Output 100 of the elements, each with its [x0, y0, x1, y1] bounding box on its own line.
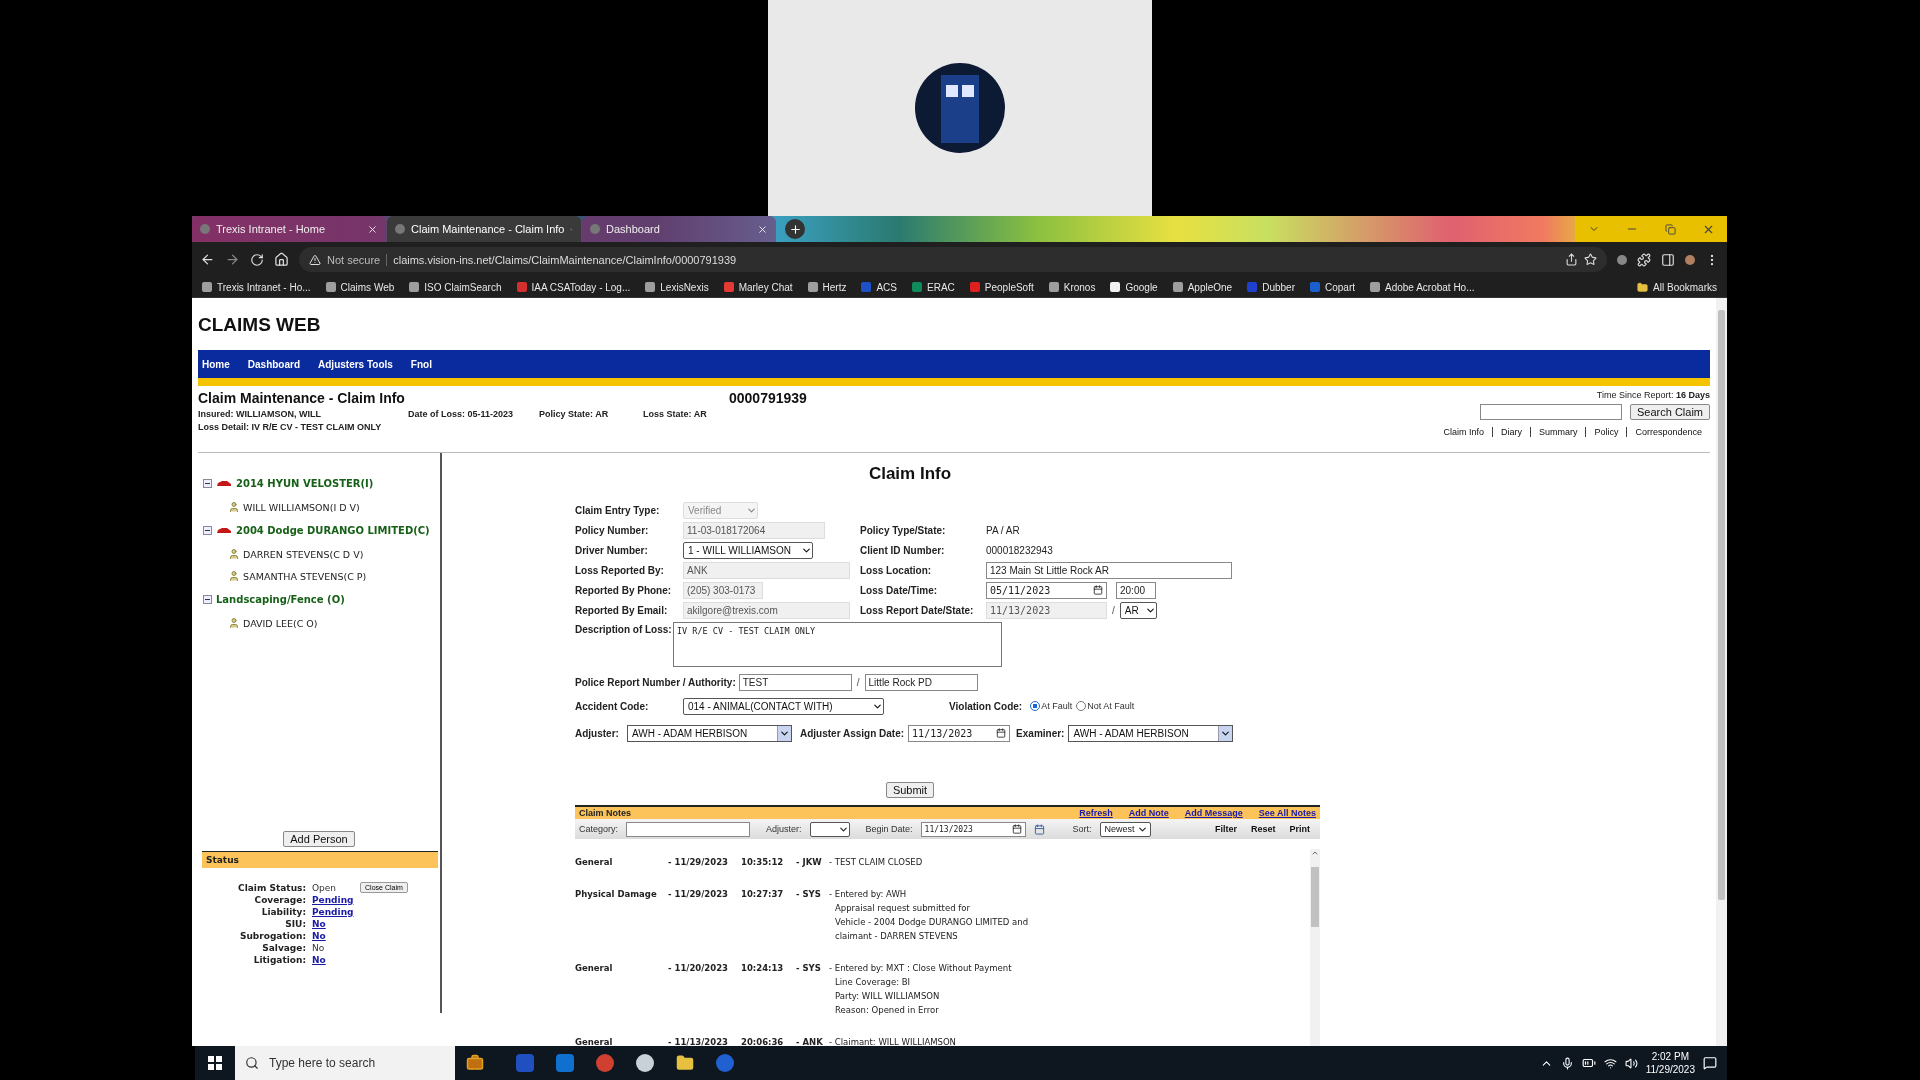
- person-tree-item[interactable]: WILL WILLIAMSON(I D V): [243, 501, 360, 513]
- browser-tab[interactable]: Claim Maintenance - Claim Info: [387, 216, 581, 242]
- bookmark[interactable]: Trexis Intranet - Ho...: [202, 281, 311, 293]
- assign-date-field[interactable]: 11/13/2023: [908, 724, 1011, 742]
- bookmark[interactable]: Copart: [1310, 281, 1355, 293]
- bookmark[interactable]: Claims Web: [325, 281, 395, 293]
- bookmark[interactable]: ERAC: [912, 281, 955, 293]
- bookmark[interactable]: AppleOne: [1172, 281, 1233, 293]
- phone-field[interactable]: (205) 303-0173: [683, 581, 763, 599]
- person-tree-item[interactable]: SAMANTHA STEVENS(C P): [243, 570, 367, 582]
- close-icon[interactable]: [367, 223, 378, 235]
- party-tree-item[interactable]: Landscaping/Fence (O): [216, 594, 345, 605]
- filter-action[interactable]: Print: [1289, 824, 1310, 834]
- scroll-up-icon[interactable]: [1311, 849, 1319, 857]
- avatar-icon[interactable]: [1685, 254, 1695, 265]
- loss-reported-by-field[interactable]: ANK: [683, 561, 850, 579]
- policy-number-field[interactable]: 11-03-018172064: [683, 521, 825, 539]
- filter-action[interactable]: Reset: [1250, 824, 1276, 834]
- loss-time-field[interactable]: 20:00: [1116, 581, 1156, 599]
- all-bookmarks[interactable]: All Bookmarks: [1637, 281, 1717, 293]
- notes-scrollbar[interactable]: [1310, 849, 1320, 1047]
- notes-action-link[interactable]: Refresh: [1079, 808, 1113, 818]
- notifications-icon[interactable]: [1703, 1056, 1717, 1070]
- nav-link[interactable]: Fnol: [410, 358, 432, 370]
- section-link[interactable]: Correspondence: [1626, 427, 1710, 437]
- report-date-field[interactable]: 11/13/2023: [986, 601, 1107, 619]
- browser-tab[interactable]: Trexis Intranet - Home: [192, 216, 386, 242]
- address-bar[interactable]: Not secure claims.vision-ins.net/Claims/ClaimMaintenance/ClaimInfo/0000791939: [299, 247, 1607, 272]
- status-link[interactable]: No: [312, 931, 326, 941]
- person-tree-item[interactable]: DAVID LEE(C O): [243, 617, 318, 629]
- party-tree-item[interactable]: 2004 Dodge DURANGO LIMITED(C): [236, 525, 430, 536]
- status-link[interactable]: No: [312, 955, 326, 965]
- side-panel-icon[interactable]: [1661, 252, 1675, 267]
- page-scrollbar[interactable]: [1716, 298, 1727, 1046]
- examiner-select[interactable]: AWH - ADAM HERBISON: [1068, 724, 1234, 742]
- home-icon[interactable]: [274, 252, 289, 267]
- taskbar-search-field[interactable]: Type here to search: [235, 1046, 455, 1080]
- microphone-icon[interactable]: [1560, 1056, 1574, 1070]
- scroll-thumb[interactable]: [1718, 310, 1725, 900]
- new-tab-button[interactable]: [785, 219, 805, 239]
- back-icon[interactable]: [200, 252, 215, 267]
- claim-search-field[interactable]: [1479, 404, 1622, 420]
- bookmark[interactable]: Marley Chat: [723, 281, 793, 293]
- bookmark[interactable]: ISO ClaimSearch: [409, 281, 502, 293]
- bookmark-star-icon[interactable]: [1584, 253, 1597, 266]
- battery-icon[interactable]: [1581, 1056, 1596, 1070]
- radio-button[interactable]: [1030, 701, 1041, 711]
- begin-date-field[interactable]: 11/13/2023: [920, 821, 1026, 837]
- collapse-icon[interactable]: [203, 595, 212, 604]
- notes-action-link[interactable]: Add Message: [1184, 808, 1243, 818]
- sort-select[interactable]: Newest: [1099, 821, 1151, 837]
- volume-icon[interactable]: [1624, 1056, 1638, 1070]
- profile-icon[interactable]: [1617, 254, 1627, 265]
- report-state-select[interactable]: AR: [1119, 601, 1157, 619]
- party-tree-item[interactable]: 2014 HYUN VELOSTER(I): [236, 478, 374, 489]
- bookmark[interactable]: Adobe Acrobat Ho...: [1370, 281, 1475, 293]
- scroll-thumb[interactable]: [1311, 867, 1319, 927]
- taskbar-clock[interactable]: 2:02 PM 11/29/2023: [1645, 1050, 1695, 1076]
- section-link[interactable]: Diary: [1491, 427, 1530, 437]
- loss-date-field[interactable]: 05/11/2023: [986, 581, 1107, 599]
- reload-icon[interactable]: [250, 252, 264, 267]
- extensions-icon[interactable]: [1637, 252, 1651, 267]
- bookmark[interactable]: Kronos: [1048, 281, 1096, 293]
- loss-location-field[interactable]: 123 Main St Little Rock AR: [986, 561, 1232, 579]
- bookmark[interactable]: Google: [1110, 281, 1158, 293]
- bookmark[interactable]: LexisNexis: [645, 281, 709, 293]
- notes-action-link[interactable]: Add Note: [1128, 808, 1169, 818]
- bookmark[interactable]: ACS: [861, 281, 897, 293]
- calendar-icon[interactable]: [1033, 823, 1045, 835]
- bookmark[interactable]: PeopleSoft: [969, 281, 1034, 293]
- nav-link[interactable]: Adjusters Tools: [318, 358, 393, 370]
- email-field[interactable]: akilgore@trexis.com: [683, 601, 850, 619]
- bookmark[interactable]: Dubber: [1247, 281, 1295, 293]
- bookmark[interactable]: Hertz: [807, 281, 847, 293]
- nav-link[interactable]: Dashboard: [247, 358, 301, 370]
- forward-icon[interactable]: [225, 252, 240, 267]
- section-link[interactable]: Summary: [1529, 427, 1586, 437]
- driver-number-select[interactable]: 1 - WILL WILLIAMSON: [683, 541, 813, 559]
- bookmark[interactable]: IAA CSAToday - Log...: [516, 281, 631, 293]
- share-icon[interactable]: [1565, 253, 1578, 266]
- wifi-icon[interactable]: [1603, 1056, 1617, 1070]
- section-link[interactable]: Claim Info: [1435, 427, 1492, 437]
- filter-action[interactable]: Filter: [1214, 824, 1237, 834]
- notes-action-link[interactable]: See All Notes: [1258, 808, 1316, 818]
- submit-button[interactable]: Submit: [885, 782, 935, 798]
- person-tree-item[interactable]: DARREN STEVENS(C D V): [243, 548, 364, 560]
- browser-tab[interactable]: Dashboard: [582, 216, 776, 242]
- radio-button[interactable]: [1076, 701, 1087, 711]
- close-icon[interactable]: [757, 223, 768, 235]
- add-person-button[interactable]: Add Person: [283, 831, 355, 847]
- police-report-field[interactable]: TEST: [738, 673, 852, 691]
- status-link[interactable]: Pending: [312, 895, 354, 905]
- description-field[interactable]: IV R/E CV - TEST CLAIM ONLY: [673, 622, 1002, 667]
- authority-field[interactable]: Little Rock PD: [864, 673, 978, 691]
- search-claim-button[interactable]: Search Claim: [1629, 404, 1710, 420]
- accident-code-select[interactable]: 014 - ANIMAL(CONTACT WITH): [683, 697, 884, 715]
- status-link[interactable]: Pending: [312, 907, 354, 917]
- nav-link[interactable]: Home: [202, 358, 230, 370]
- collapse-icon[interactable]: [203, 479, 212, 488]
- adjuster-select[interactable]: AWH - ADAM HERBISON: [627, 724, 792, 742]
